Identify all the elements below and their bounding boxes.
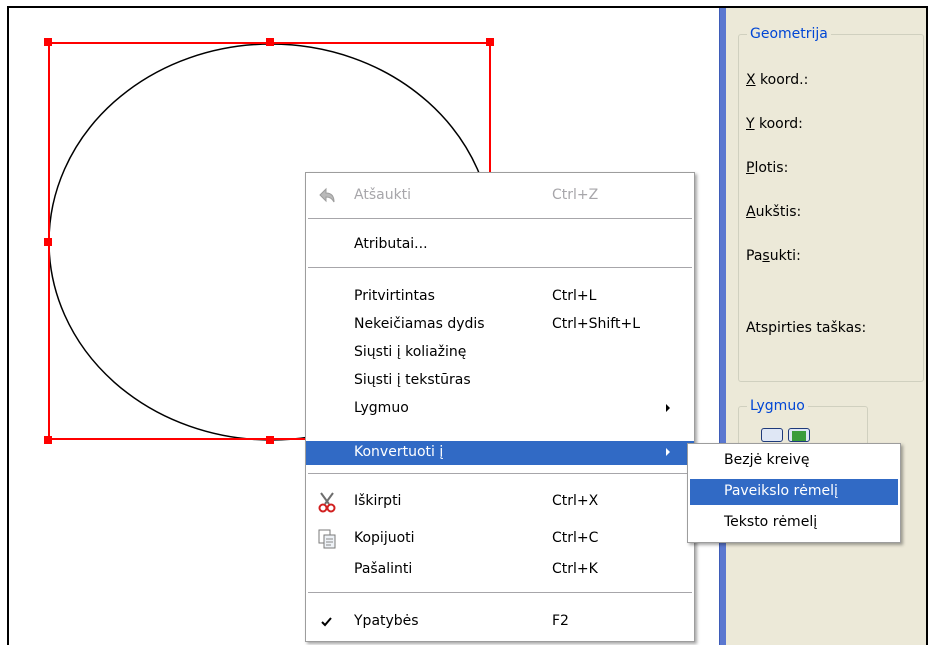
window: Geometrija X koord.: Y koord: Plotis: Au… [0,0,930,645]
menu-item-label: Atšaukti [354,187,412,203]
context-menu: Atšaukti Ctrl+Z Atributai... Pritvirtint… [305,172,695,642]
menu-separator [308,473,692,474]
menu-item-shortcut: Ctrl+Z [552,187,599,203]
width-label: Plotis: [746,160,789,176]
menu-item-label: Atributai... [354,236,428,252]
menu-item-send-to-scrapbook[interactable]: Siųsti į koliažinę [306,341,694,365]
menu-item-label: Pašalinti [354,561,413,577]
menu-item-shortcut: Ctrl+L [552,288,597,304]
submenu-item-label: Paveikslo rėmelį [724,483,838,499]
menu-item-undo[interactable]: Atšaukti Ctrl+Z [306,184,694,208]
menu-item-copy[interactable]: Kopijuoti Ctrl+C [306,527,694,551]
submenu-item-bezier-curve[interactable]: Bezjė kreivę [690,448,898,474]
y-coord-label: Y koord: [746,116,803,132]
submenu-arrow-icon [666,448,670,456]
menu-separator [308,592,692,593]
submenu-arrow-icon [666,404,670,412]
menu-item-shortcut: Ctrl+X [552,493,599,509]
menu-item-cut[interactable]: Iškirpti Ctrl+X [306,490,694,514]
x-coord-label: X koord.: [746,72,809,88]
convert-to-submenu: Bezjė kreivę Paveikslo rėmelį Teksto rėm… [687,443,901,543]
menu-item-label: Ypatybės [354,613,419,629]
window-border-right [926,6,928,645]
level-raise-button[interactable] [788,428,810,442]
menu-item-shortcut: Ctrl+Shift+L [552,316,640,332]
menu-item-shortcut: Ctrl+K [552,561,598,577]
resize-handle-top-right[interactable] [486,38,494,46]
panel-splitter[interactable] [719,8,726,645]
resize-handle-top-left[interactable] [44,38,52,46]
submenu-item-label: Teksto rėmelį [724,514,818,530]
menu-item-convert-to[interactable]: Konvertuoti į [306,441,694,465]
menu-item-level[interactable]: Lygmuo [306,397,694,421]
resize-handle-left[interactable] [44,238,52,246]
menu-item-label: Iškirpti [354,493,402,509]
submenu-item-label: Bezjė kreivę [724,452,810,468]
menu-item-label: Pritvirtintas [354,288,435,304]
menu-separator [308,267,692,268]
resize-handle-bottom-left[interactable] [44,436,52,444]
menu-item-size-locked[interactable]: Nekeičiamas dydis Ctrl+Shift+L [306,313,694,337]
resize-handle-bottom[interactable] [266,436,274,444]
menu-item-delete[interactable]: Pašalinti Ctrl+K [306,558,694,582]
rotation-label: Pasukti: [746,248,801,264]
menu-item-label: Kopijuoti [354,530,415,546]
resize-handle-top[interactable] [266,38,274,46]
menu-item-label: Nekeičiamas dydis [354,316,485,332]
menu-item-shortcut: Ctrl+C [552,530,599,546]
menu-item-attributes[interactable]: Atributai... [306,233,694,257]
undo-icon [319,187,335,203]
menu-item-locked[interactable]: Pritvirtintas Ctrl+L [306,285,694,309]
menu-item-shortcut: F2 [552,613,569,629]
height-label: Aukštis: [746,204,802,220]
menu-item-label: Siųsti į koliažinę [354,344,467,360]
level-lower-button[interactable] [761,428,783,442]
level-group-title: Lygmuo [747,398,808,414]
scissors-icon [318,492,336,513]
menu-separator [308,218,692,219]
submenu-item-text-frame[interactable]: Teksto rėmelį [690,510,898,536]
anchor-point-label: Atspirties taškas: [746,320,867,336]
submenu-item-image-frame[interactable]: Paveikslo rėmelį [690,479,898,505]
menu-item-send-to-patterns[interactable]: Siųsti į tekstūras [306,369,694,393]
copy-icon [318,529,336,549]
menu-item-label: Siųsti į tekstūras [354,372,471,388]
menu-item-label: Konvertuoti į [354,444,444,460]
checkmark-icon [321,617,332,627]
menu-item-label: Lygmuo [354,400,409,416]
properties-panel: Geometrija X koord.: Y koord: Plotis: Au… [726,8,926,645]
geometry-group-title: Geometrija [747,26,831,42]
menu-item-properties[interactable]: Ypatybės F2 [306,610,694,634]
